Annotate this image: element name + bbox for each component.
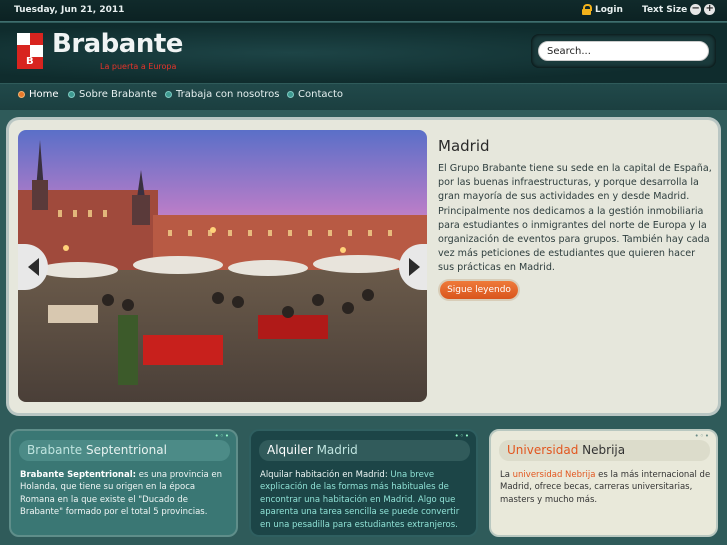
top-bar: Tuesday, Jun 21, 2011 Login Text Size − … xyxy=(0,0,727,22)
logo-icon[interactable]: B xyxy=(17,33,43,69)
nav-label: Sobre Brabante xyxy=(79,89,158,100)
nav-bullet-icon xyxy=(68,91,75,98)
login-link[interactable]: Login xyxy=(582,4,623,15)
box-title: Alquiler Madrid xyxy=(259,440,470,461)
box-title: Universidad Nebrija xyxy=(499,440,710,461)
current-date: Tuesday, Jun 21, 2011 xyxy=(14,5,125,15)
box-body: La universidad Nebrija es la más interna… xyxy=(500,469,712,506)
box-lead: La xyxy=(500,470,510,480)
nav-item-trabaja[interactable]: Trabaja con nosotros xyxy=(165,89,280,100)
nav-bullet-icon xyxy=(165,91,172,98)
site-name[interactable]: Brabante xyxy=(52,29,183,59)
box-title-part: Alquiler xyxy=(267,443,313,457)
box-lead[interactable]: Alquilar habitación en Madrid: xyxy=(260,470,388,480)
login-label: Login xyxy=(595,4,623,15)
box-text: explicación de las formas más habituales… xyxy=(260,482,460,530)
main-nav: Home Sobre Brabante Trabaja con nosotros… xyxy=(0,84,727,110)
feature-text: El Grupo Brabante tiene su sede en la ca… xyxy=(438,163,712,274)
feature-title: Madrid xyxy=(438,137,490,155)
nav-item-contacto[interactable]: Contacto xyxy=(287,89,343,100)
info-box-nebrija: •◦• Universidad Nebrija La universidad N… xyxy=(489,429,718,537)
info-box-brabante: •◦• Brabante Septentrional Brabante Sept… xyxy=(9,429,238,537)
search-container xyxy=(531,34,716,68)
nav-item-home[interactable]: Home xyxy=(18,89,59,100)
box-dots-icon: •◦• xyxy=(694,432,710,440)
box-body: Alquilar habitación en Madrid: Una breve… xyxy=(260,469,472,531)
lock-icon xyxy=(582,4,592,15)
site-tagline: La puerta a Europa xyxy=(100,62,177,71)
text-size-control: Text Size − + xyxy=(642,4,716,15)
text-size-label: Text Size xyxy=(642,4,688,15)
box-lead[interactable]: Brabante Septentrional: xyxy=(20,470,136,480)
nav-bullet-icon xyxy=(287,91,294,98)
read-more-button[interactable]: Sigue leyendo xyxy=(440,281,518,299)
box-dots-icon: •◦• xyxy=(214,432,230,440)
box-dots-icon: •◦• xyxy=(454,432,470,440)
nav-item-sobre-brabante[interactable]: Sobre Brabante xyxy=(68,89,157,100)
box-title: Brabante Septentrional xyxy=(19,440,230,461)
featured-slider: Madrid El Grupo Brabante tiene su sede e… xyxy=(9,120,718,413)
box-title-part: Septentrional xyxy=(86,443,167,457)
box-title-part: Brabante xyxy=(27,443,83,457)
box-title-part: Universidad xyxy=(507,443,579,457)
box-title-part: Madrid xyxy=(316,443,358,457)
featured-image xyxy=(18,130,427,402)
info-box-alquiler: •◦• Alquiler Madrid Alquilar habitación … xyxy=(249,429,478,537)
chevron-right-icon xyxy=(408,258,420,276)
nav-label: Home xyxy=(29,89,59,100)
box-title-part: Nebrija xyxy=(582,443,626,457)
decrease-text-icon[interactable]: − xyxy=(690,4,702,15)
nav-label: Trabaja con nosotros xyxy=(176,89,280,100)
site-header: B Brabante La puerta a Europa xyxy=(0,23,727,83)
plaza-mayor-photo xyxy=(18,130,427,402)
nebrija-link[interactable]: universidad Nebrija xyxy=(513,470,596,480)
box-body: Brabante Septentrional: es una provincia… xyxy=(20,469,232,519)
search-input[interactable] xyxy=(538,41,709,61)
box-highlight: Una breve xyxy=(390,470,435,480)
nav-bullet-icon xyxy=(18,91,25,98)
nav-label: Contacto xyxy=(298,89,344,100)
increase-text-icon[interactable]: + xyxy=(704,4,716,15)
chevron-left-icon xyxy=(27,258,39,276)
